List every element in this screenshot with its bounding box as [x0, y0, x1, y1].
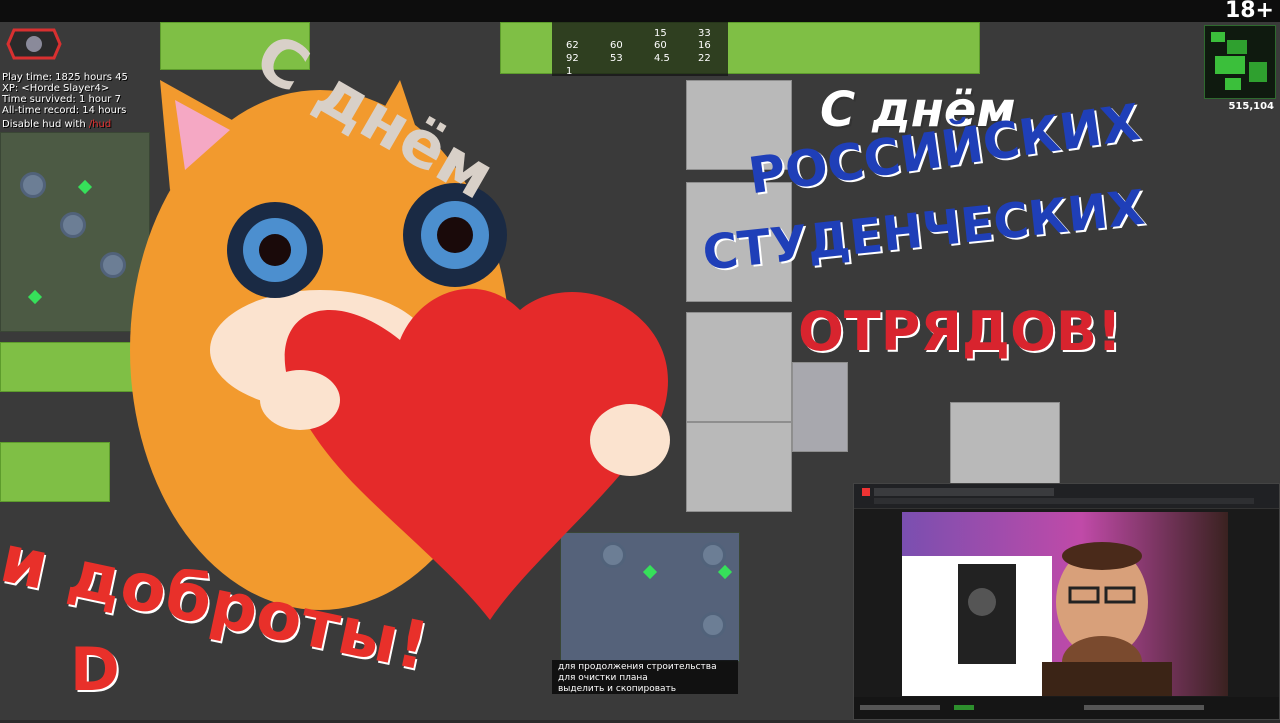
hud-disable-label: Disable hud with: [2, 119, 86, 130]
age-rating: 18+: [1224, 0, 1274, 23]
browser-status-bar: [854, 697, 1279, 719]
gear-icon: [60, 212, 86, 238]
resource-value: 22: [698, 53, 711, 64]
webcam-overlay: [853, 483, 1280, 720]
game-logo-icon: [6, 28, 62, 60]
grass-tile: [0, 442, 110, 502]
minimap-terrain-icon: [1211, 32, 1267, 90]
tooltip-line: для очистки плана: [558, 673, 648, 683]
gear-icon: [700, 542, 726, 568]
browser-footer-icon: [860, 705, 1204, 710]
greeting-left-letter: D: [70, 635, 120, 705]
minimap-count: 515,104: [1228, 101, 1274, 112]
resource-value: 33: [698, 28, 711, 39]
browser-tab-bar: [854, 484, 1279, 509]
build-hint-tooltip: для продолжения строительства для очистк…: [552, 660, 738, 694]
tooltip-line: для продолжения строительства: [558, 662, 717, 672]
resource-value: 16: [698, 40, 711, 51]
hud-disable-hint: Disable hud with /hud: [2, 119, 111, 130]
browser-tabs-icon: [862, 488, 1254, 504]
top-bar: 18+: [0, 0, 1280, 23]
metal-structure: [792, 362, 848, 452]
hud-xp: XP: <Horde Slayer4>: [2, 83, 110, 94]
gear-icon: [20, 172, 46, 198]
gear-icon: [700, 612, 726, 638]
streamer-webcam-icon: [902, 542, 1172, 696]
tooltip-line: выделить и скопировать: [558, 684, 677, 694]
metal-structure: [686, 422, 792, 512]
webcam-video: [902, 512, 1228, 696]
greeting-right-line4: отрядов!: [798, 300, 1122, 363]
metal-structure: [686, 312, 792, 422]
minimap[interactable]: [1204, 25, 1276, 99]
